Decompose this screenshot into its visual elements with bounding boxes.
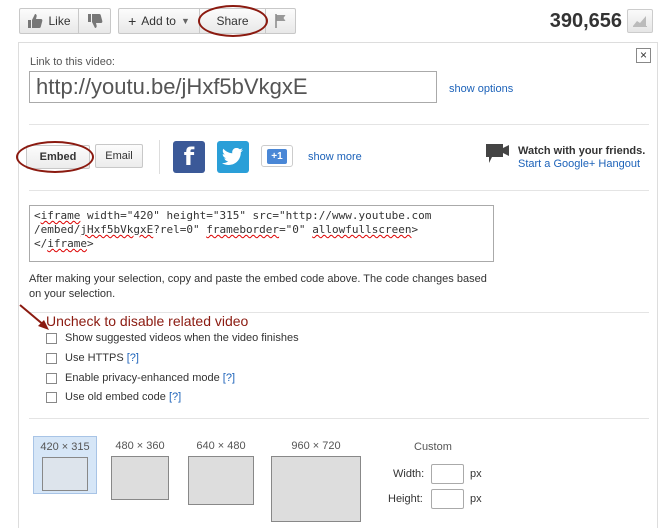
- caret-down-icon: ▼: [180, 16, 190, 26]
- google-plus-share-button[interactable]: +1: [261, 145, 293, 167]
- view-count: 390,656: [549, 10, 622, 32]
- size-label: 640 × 480: [196, 440, 246, 452]
- add-to-button[interactable]: + Add to ▼: [118, 8, 200, 34]
- size-option-640[interactable]: 640 × 480: [186, 434, 256, 505]
- code-text: jHxf5bVkgxE: [80, 223, 154, 236]
- option-label: Use old embed code: [65, 391, 166, 403]
- code-text: width="420" height="315" src="http://www…: [80, 209, 432, 222]
- google-plus-one-icon: +1: [267, 148, 287, 164]
- embed-button[interactable]: Embed: [26, 145, 90, 169]
- dislike-button[interactable]: [79, 8, 111, 34]
- help-link[interactable]: [?]: [127, 352, 139, 364]
- height-unit: px: [470, 493, 482, 505]
- help-link[interactable]: [?]: [169, 391, 181, 403]
- add-to-label: Add to: [141, 14, 176, 28]
- option-privacy-mode: Enable privacy-enhanced mode [?]: [46, 372, 235, 384]
- size-preview: [271, 456, 361, 522]
- share-url-input[interactable]: [29, 71, 437, 103]
- code-text: allowfullscreen: [312, 223, 412, 236]
- thumbs-up-icon: [28, 14, 43, 28]
- hangout-title: Watch with your friends.: [518, 145, 646, 157]
- option-old-embed: Use old embed code [?]: [46, 391, 181, 403]
- code-text: iframe: [40, 209, 81, 222]
- code-text: >: [411, 223, 419, 236]
- size-preview: [42, 457, 88, 491]
- email-button[interactable]: Email: [95, 144, 143, 168]
- height-input[interactable]: [431, 489, 464, 509]
- width-input[interactable]: [431, 464, 464, 484]
- flag-button[interactable]: [266, 8, 296, 34]
- divider: [29, 418, 649, 419]
- option-label: Enable privacy-enhanced mode: [65, 372, 220, 384]
- privacy-mode-checkbox[interactable]: [46, 372, 57, 384]
- code-text: /embed/: [34, 223, 81, 236]
- code-text: >: [87, 237, 94, 250]
- close-icon[interactable]: ×: [636, 48, 651, 63]
- action-bar: Like + Add to ▼ Share 390,656: [0, 0, 662, 42]
- email-label: Email: [105, 150, 133, 162]
- share-label: Share: [216, 14, 249, 28]
- chart-icon: [633, 16, 647, 27]
- option-https: Use HTTPS [?]: [46, 352, 139, 364]
- hangout-link[interactable]: Start a Google+ Hangout: [518, 158, 640, 170]
- divider: [29, 124, 649, 125]
- code-text: ?rel=0": [153, 223, 207, 236]
- twitter-share-button[interactable]: [217, 141, 249, 173]
- size-option-480[interactable]: 480 × 360: [108, 434, 172, 500]
- divider: [159, 140, 160, 174]
- like-label: Like: [48, 14, 71, 28]
- embed-label: Embed: [39, 151, 77, 163]
- size-preview: [188, 456, 254, 505]
- code-text: frameborder: [206, 223, 280, 236]
- help-link[interactable]: [?]: [223, 372, 235, 384]
- code-text: <: [34, 209, 41, 222]
- share-button[interactable]: Share: [200, 8, 266, 34]
- size-label: 960 × 720: [291, 440, 341, 452]
- link-label: Link to this video:: [30, 56, 115, 68]
- size-label: 420 × 315: [40, 441, 90, 453]
- custom-size-label: Custom: [414, 441, 452, 453]
- facebook-share-button[interactable]: f: [173, 141, 205, 173]
- embed-instructions: After making your selection, copy and pa…: [29, 273, 487, 300]
- code-text: </: [34, 237, 48, 250]
- width-label: Width:: [393, 468, 425, 480]
- option-label: Use HTTPS: [65, 352, 124, 364]
- plus-icon: +: [128, 13, 137, 29]
- flag-icon: [274, 14, 285, 28]
- https-checkbox[interactable]: [46, 352, 57, 364]
- code-text: iframe: [47, 237, 87, 250]
- show-more-link[interactable]: show more: [308, 151, 362, 163]
- size-preview: [111, 456, 169, 500]
- facebook-icon: f: [183, 143, 195, 171]
- suggested-videos-checkbox[interactable]: [46, 332, 57, 344]
- annotation-note: Uncheck to disable related video: [46, 313, 249, 329]
- divider: [29, 190, 649, 191]
- old-embed-checkbox[interactable]: [46, 391, 57, 403]
- twitter-bird-icon: [222, 148, 243, 165]
- size-option-420[interactable]: 420 × 315: [33, 436, 97, 494]
- thumbs-down-icon: [87, 14, 102, 28]
- like-button[interactable]: Like: [19, 8, 79, 34]
- show-options-link[interactable]: show options: [449, 83, 513, 95]
- size-label: 480 × 360: [115, 440, 165, 452]
- height-label: Height:: [388, 493, 423, 505]
- hangout-icon: [486, 144, 509, 163]
- stats-button[interactable]: [627, 9, 653, 33]
- code-text: ="0": [279, 223, 313, 236]
- option-suggested-videos: Show suggested videos when the video fin…: [46, 332, 299, 344]
- embed-code-textarea[interactable]: <iframe width="420" height="315" src="ht…: [29, 205, 494, 262]
- option-label: Show suggested videos when the video fin…: [65, 332, 299, 344]
- size-option-960[interactable]: 960 × 720: [270, 434, 362, 522]
- width-unit: px: [470, 468, 482, 480]
